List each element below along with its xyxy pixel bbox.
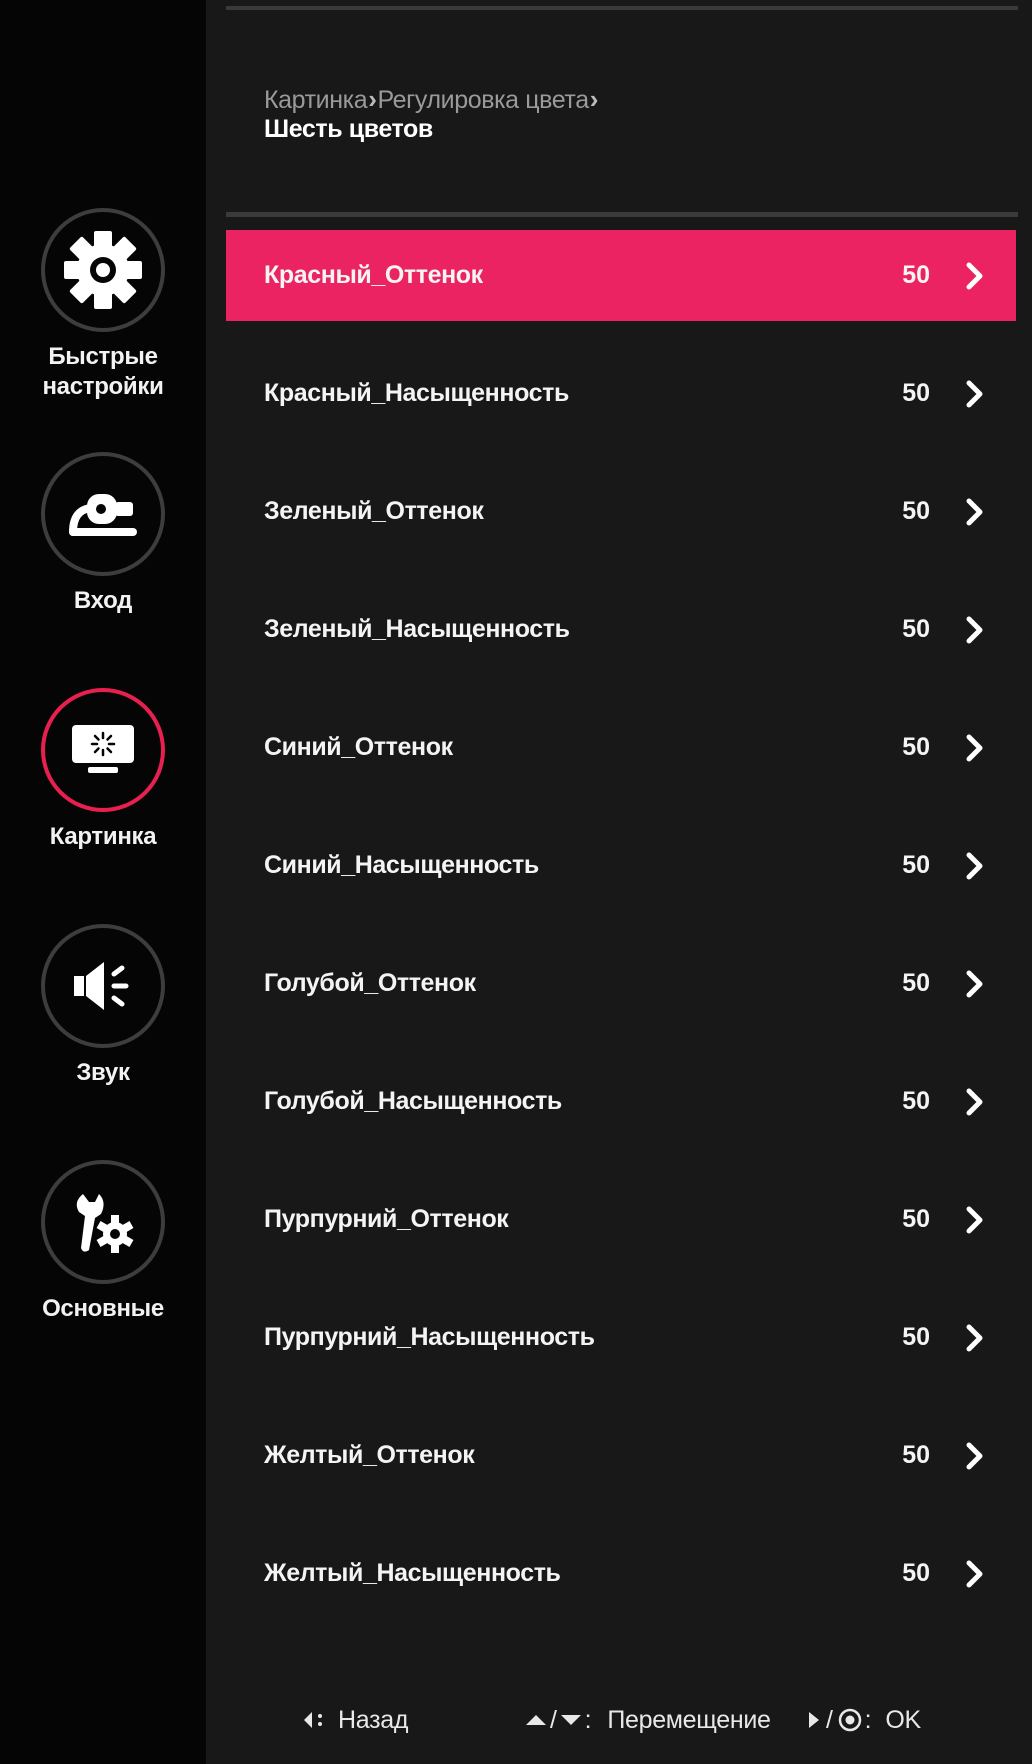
menu-item-label: Зеленый_Оттенок <box>264 497 484 525</box>
chevron-right-icon <box>966 1324 983 1352</box>
footer-colon: : <box>584 1706 592 1734</box>
gear-icon <box>64 231 142 309</box>
chevron-right-icon <box>966 852 983 880</box>
sidebar-item-label: Картинка <box>49 823 157 850</box>
chevron-right-icon <box>966 262 983 290</box>
menu-item[interactable]: Голубой_Оттенок 50 <box>226 938 1016 1056</box>
chevron-right-icon <box>966 1560 983 1588</box>
menu-item-label: Зеленый_Насыщенность <box>264 615 570 643</box>
menu-item-label: Пурпурний_Насыщенность <box>264 1323 595 1351</box>
menu-item[interactable]: Красный_Оттенок 50 <box>226 230 1016 321</box>
menu-item[interactable]: Желтый_Насыщенность 50 <box>226 1528 1016 1646</box>
menu-item-value: 50 <box>902 969 930 997</box>
menu-item[interactable]: Пурпурний_Насыщенность 50 <box>226 1292 1016 1410</box>
menu-item[interactable]: Зеленый_Насыщенность 50 <box>226 584 1016 702</box>
footer-back-label: Назад <box>338 1706 409 1734</box>
chevron-right-icon <box>966 1442 983 1470</box>
menu-item-value: 50 <box>902 1441 930 1469</box>
menu-item[interactable]: Синий_Насыщенность 50 <box>226 820 1016 938</box>
menu-item-value: 50 <box>902 851 930 879</box>
menu-item-label: Синий_Насыщенность <box>264 851 539 879</box>
speaker-icon <box>74 962 129 1010</box>
sidebar-item-label: Основные <box>42 1295 164 1322</box>
menu-item[interactable]: Зеленый_Оттенок 50 <box>226 466 1016 584</box>
nav-circle <box>41 1160 165 1284</box>
top-divider <box>226 6 1018 10</box>
chevron-right-icon <box>966 1206 983 1234</box>
menu-item-label: Красный_Насыщенность <box>264 379 569 407</box>
nav-circle <box>41 924 165 1048</box>
page-title: Шесть цветов <box>264 115 433 143</box>
wrench-gear-icon <box>76 1194 134 1253</box>
nav-circle <box>41 688 165 812</box>
joystick-press-icon <box>837 1707 863 1733</box>
sidebar: Быстрые настройки Вход Картинка Звук Осн… <box>0 0 206 1764</box>
left-arrow-icon <box>300 1707 326 1733</box>
sidebar-item-quick-settings[interactable]: Быстрые настройки <box>0 208 206 402</box>
menu-item[interactable]: Желтый_Оттенок 50 <box>226 1410 1016 1528</box>
menu-item-value: 50 <box>902 497 930 525</box>
menu-item-label: Желтый_Оттенок <box>264 1441 475 1469</box>
breadcrumb: Картинка›Регулировка цвета› <box>264 84 599 115</box>
menu-item[interactable]: Красный_Насыщенность 50 <box>226 348 1016 466</box>
menu-list: Красный_Оттенок 50 Красный_Насыщенность 50 З… <box>226 230 1016 1646</box>
sidebar-item-sound[interactable]: Звук <box>0 924 206 1088</box>
menu-item-value: 50 <box>902 379 930 407</box>
chevron-right-icon <box>966 498 983 526</box>
menu-item[interactable]: Голубой_Насыщенность 50 <box>226 1056 1016 1174</box>
menu-item-label: Красный_Оттенок <box>264 261 483 289</box>
menu-item-value: 50 <box>902 733 930 761</box>
breadcrumb-level-1: Картинка <box>264 86 368 114</box>
sidebar-item-label: Быстрые настройки <box>42 343 164 400</box>
menu-item-label: Пурпурний_Оттенок <box>264 1205 509 1233</box>
up-arrow-icon <box>524 1707 548 1733</box>
menu-item-label: Голубой_Оттенок <box>264 969 476 997</box>
chevron-right-icon <box>966 616 983 644</box>
sidebar-item-general[interactable]: Основные <box>0 1160 206 1324</box>
menu-item-value: 50 <box>902 615 930 643</box>
menu-item-value: 50 <box>902 1205 930 1233</box>
footer-slash: / <box>826 1706 833 1734</box>
chevron-right-icon <box>966 1088 983 1116</box>
menu-item[interactable]: Синий_Оттенок 50 <box>226 702 1016 820</box>
menu-item-value: 50 <box>902 1559 930 1587</box>
footer-back: Назад <box>300 1700 408 1740</box>
header-divider <box>226 212 1018 217</box>
nav-circle <box>41 208 165 332</box>
menu-item-value: 50 <box>902 1087 930 1115</box>
breadcrumb-separator-icon: › <box>368 84 377 114</box>
breadcrumb-separator-icon: › <box>589 84 599 114</box>
menu-item-value: 50 <box>902 1323 930 1351</box>
chevron-right-icon <box>966 734 983 762</box>
chevron-right-icon <box>966 970 983 998</box>
sidebar-item-input[interactable]: Вход <box>0 452 206 616</box>
menu-item-label: Синий_Оттенок <box>264 733 453 761</box>
menu-item-label: Голубой_Насыщенность <box>264 1087 562 1115</box>
footer-slash: / <box>550 1706 557 1734</box>
footer-ok: / : OK <box>806 1700 921 1740</box>
sidebar-item-label: Звук <box>76 1059 130 1086</box>
footer-ok-label: OK <box>885 1706 921 1734</box>
monitor-brightness-icon <box>72 725 134 773</box>
right-arrow-icon <box>806 1707 822 1733</box>
chevron-right-icon <box>966 380 983 408</box>
sidebar-item-label: Вход <box>73 587 133 614</box>
footer-colon: : <box>864 1706 872 1734</box>
menu-item[interactable]: Пурпурний_Оттенок 50 <box>226 1174 1016 1292</box>
footer-key-guide: Назад / : Перемещение / : OK <box>0 1700 1032 1740</box>
sidebar-item-picture[interactable]: Картинка <box>0 688 206 852</box>
input-plug-icon <box>69 494 137 536</box>
down-arrow-icon <box>559 1707 583 1733</box>
menu-item-value: 50 <box>902 261 930 289</box>
nav-circle <box>41 452 165 576</box>
breadcrumb-level-2: Регулировка цвета <box>377 86 590 114</box>
menu-item-label: Желтый_Насыщенность <box>264 1559 561 1587</box>
footer-move: / : Перемещение <box>524 1700 771 1740</box>
footer-move-label: Перемещение <box>607 1706 771 1734</box>
